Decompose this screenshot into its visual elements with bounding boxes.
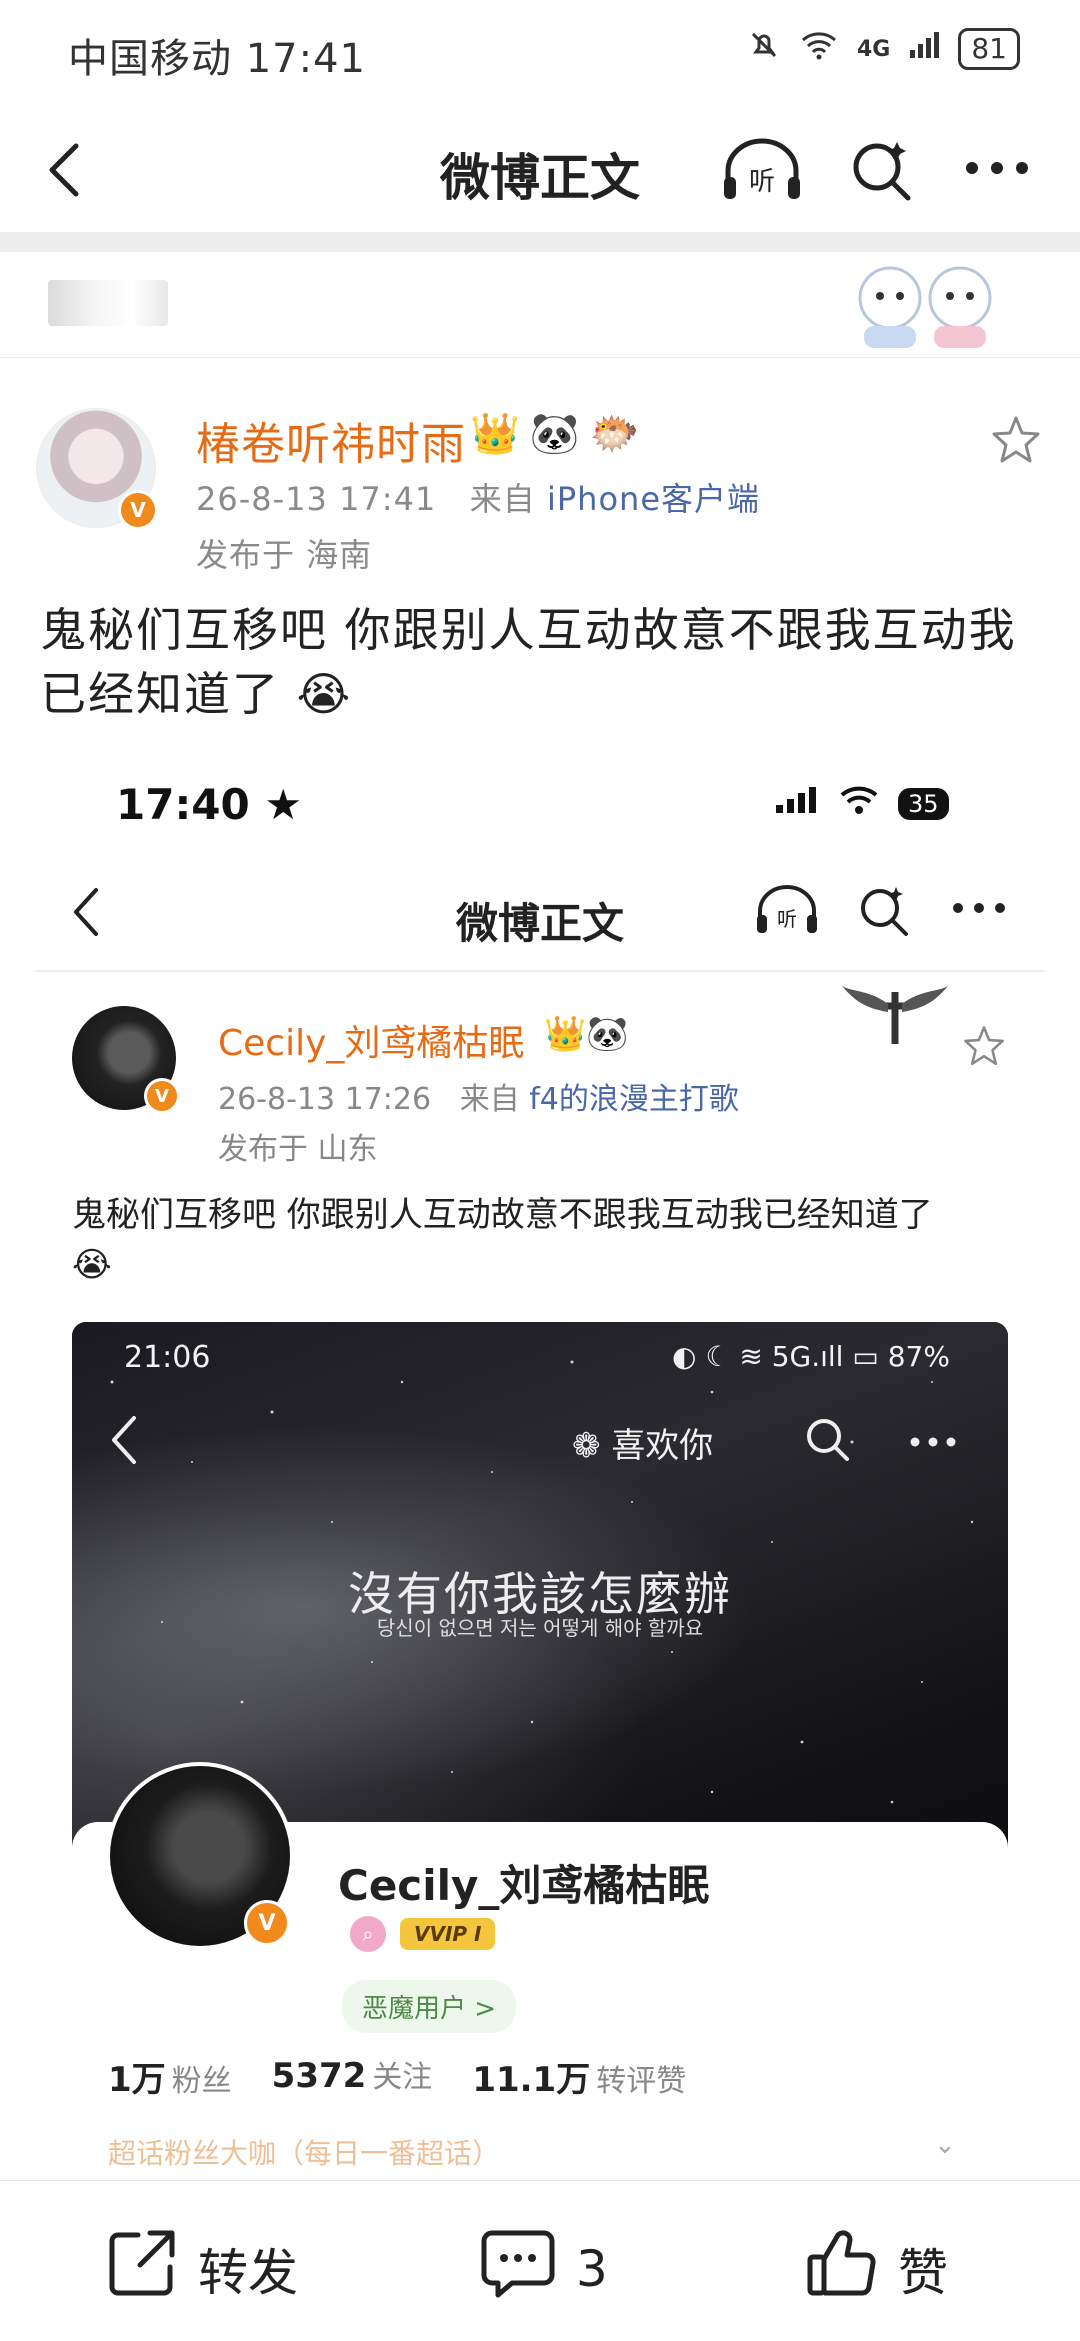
- embedded-post-text-body: 鬼秘们互移吧 你跟别人互动故意不跟我互动我已经知道了: [72, 1195, 933, 1235]
- status-icons: 4G 81: [747, 28, 1020, 70]
- inner-more-icon: [908, 1434, 958, 1453]
- svg-text:听: 听: [777, 907, 797, 931]
- embedded-search-icon: [856, 884, 912, 944]
- inner-like-tag: ❁ 喜欢你: [572, 1418, 713, 1467]
- vvip-badge: VVIP I: [400, 1918, 496, 1950]
- embedded-author-avatar: V: [72, 1006, 180, 1114]
- inner-pink-search-icon: ⌕: [350, 1916, 386, 1952]
- stat-followers: 1万 粉丝: [108, 2052, 232, 2101]
- inner-profile-badges: ⌕ VVIP I: [350, 1916, 496, 1952]
- svg-text:听: 听: [749, 167, 775, 197]
- nested-profile-screenshot: 21:06 ◐ ☾ ≋ 5G.ıll ▭ 87% ❁ 喜欢你 沒有你我該怎麼辦 …: [72, 1322, 1008, 2182]
- post-source[interactable]: iPhone客户端: [547, 480, 760, 518]
- embedded-post-source: f4的浪漫主打歌: [529, 1082, 739, 1117]
- inner-like-icon: ❁: [572, 1426, 601, 1466]
- embedded-more-icon: [950, 900, 1008, 920]
- author-emoji-badges: 👑 🐼 🐡: [470, 410, 639, 457]
- embedded-divider: [36, 970, 1044, 972]
- repost-button[interactable]: 转发: [104, 2225, 298, 2313]
- thumbs-up-icon: [804, 2225, 880, 2313]
- embedded-source-prefix: 来自: [459, 1082, 520, 1117]
- wifi-icon: [799, 30, 839, 68]
- pufferfish-icon: 🐡: [589, 411, 640, 457]
- stat-following: 5372 关注: [272, 2052, 433, 2101]
- stat-following-label: 关注: [372, 2060, 433, 2095]
- stat-followers-value: 1万: [108, 2060, 166, 2100]
- stat-engagement-label: 转评赞: [596, 2064, 687, 2099]
- stat-engagement: 11.1万 转评赞: [472, 2052, 686, 2101]
- comment-count: 3: [576, 2240, 608, 2298]
- embedded-emoji-badges: 👑🐼: [544, 1014, 629, 1054]
- embedded-post-location: 发布于 山东: [218, 1132, 378, 1167]
- cartoon-decoration: [842, 260, 1012, 352]
- battery-indicator: 81: [958, 28, 1020, 70]
- stat-engagement-value: 11.1万: [472, 2060, 591, 2100]
- crying-emoji: 😭: [72, 1245, 112, 1285]
- inner-cover-subtext: 당신이 없으면 저는 어떻게 해야 할까요: [376, 1616, 704, 1640]
- verified-badge-icon: V: [118, 490, 158, 530]
- repost-label: 转发: [198, 2244, 298, 2302]
- stat-following-value: 5372: [271, 2056, 367, 2096]
- embedded-status-icons: 35: [774, 784, 949, 824]
- comment-icon: [478, 2225, 558, 2313]
- comment-button[interactable]: 3: [478, 2225, 608, 2313]
- inner-profile-name: Cecily_刘鸢橘枯眠: [338, 1861, 710, 1910]
- favorite-star-icon[interactable]: [990, 414, 1042, 470]
- repost-icon: [104, 2225, 180, 2313]
- inner-back-icon: [104, 1412, 144, 1472]
- like-button[interactable]: 赞: [804, 2225, 948, 2313]
- inner-status-icons: ◐ ☾ ≋ 5G.ıll ▭ 87%: [672, 1340, 950, 1373]
- embedded-post-date: 26-8-13 17:26: [218, 1082, 432, 1117]
- mute-icon: [747, 28, 781, 70]
- supertopic-strip: 超话粉丝大咖（每日一番超话）: [108, 2137, 501, 2170]
- embedded-listen-icon: 听: [754, 882, 820, 942]
- embedded-verified-badge-icon: V: [144, 1078, 180, 1114]
- search-icon[interactable]: [848, 138, 914, 208]
- winged-cross-decoration: [840, 982, 950, 1052]
- embedded-favorite-star-icon: [962, 1024, 1006, 1072]
- inner-search-icon: [802, 1414, 852, 1468]
- post-location: 发布于 海南: [196, 536, 373, 574]
- stat-followers-label: 粉丝: [171, 2064, 232, 2099]
- embedded-wifi-icon: [838, 784, 880, 824]
- section-divider: [0, 232, 1080, 252]
- bottom-action-bar: 转发 3 赞: [0, 2180, 1080, 2341]
- crown-icon: 👑: [470, 411, 520, 457]
- blurred-banner-bar: [48, 280, 168, 326]
- embedded-signal-icon: [774, 784, 820, 824]
- post-body-text: 鬼秘们互移吧 你跟别人互动故意不跟我互动我已经知道了 😭: [40, 603, 1017, 721]
- top-nav-bar: 微博正文 听: [0, 110, 1080, 232]
- embedded-post-meta: 26-8-13 17:26 来自 f4的浪漫主打歌: [218, 1074, 739, 1118]
- inner-profile-avatar: V: [106, 1762, 294, 1950]
- inner-status-time: 21:06: [124, 1340, 211, 1375]
- source-prefix: 来自: [469, 480, 536, 518]
- devil-user-tag: 恶魔用户 >: [342, 1980, 517, 2033]
- decor-banner: [0, 252, 1080, 358]
- panda-icon: 🐼: [529, 411, 580, 457]
- embedded-status-time: 17:40 ★: [116, 780, 302, 829]
- embedded-author-name: Cecily_刘鸢橘枯眠: [218, 1023, 525, 1064]
- post-date: 26-8-13 17:41: [196, 480, 437, 518]
- more-icon[interactable]: [962, 158, 1032, 182]
- author-avatar[interactable]: V: [36, 408, 158, 530]
- carrier-time: 中国移动 17:41: [68, 36, 366, 82]
- author-name[interactable]: 椿卷听祎时雨: [196, 408, 466, 472]
- embedded-page-title: 微博正文: [455, 899, 624, 948]
- signal-icon: [908, 30, 940, 68]
- chevron-down-icon: ⌄: [934, 2130, 956, 2160]
- listen-icon[interactable]: 听: [720, 135, 804, 209]
- embedded-post-text: 鬼秘们互移吧 你跟别人互动故意不跟我互动我已经知道了 😭: [72, 1190, 1012, 1290]
- network-type: 4G: [856, 36, 891, 62]
- page-title: 微博正文: [440, 149, 640, 207]
- inner-verified-badge-icon: V: [244, 1900, 290, 1946]
- post-meta: 26-8-13 17:41 来自 iPhone客户端: [196, 474, 760, 520]
- embedded-battery: 35: [898, 788, 949, 820]
- embedded-screenshot[interactable]: 17:40 ★ 35 微博正文 听 V Cecily_刘鸢橘枯眠 👑🐼 26-8…: [0, 760, 1080, 2182]
- status-bar: 中国移动 17:41 4G 81: [0, 0, 1080, 110]
- inner-like-text: 喜欢你: [611, 1426, 714, 1466]
- like-label: 赞: [898, 2244, 948, 2302]
- inner-profile-stats: 1万 粉丝 5372 关注 11.1万 转评赞: [108, 2052, 686, 2101]
